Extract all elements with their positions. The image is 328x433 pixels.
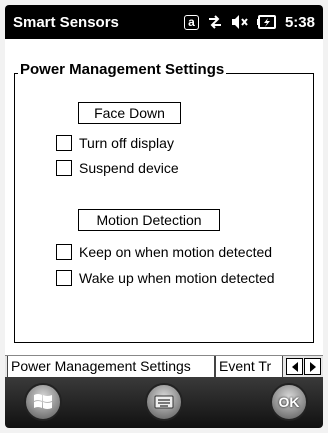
ok-label: OK	[278, 394, 300, 410]
device-frame: Smart Sensors a 5:38 Power Management Se…	[0, 0, 328, 433]
group-title: Power Management Settings	[18, 61, 227, 78]
arrow-left-icon	[291, 361, 298, 372]
status-icons: a 5:38	[183, 13, 315, 31]
windows-logo-icon	[34, 394, 52, 409]
wake-up-motion-label: Wake up when motion detected	[79, 270, 275, 286]
clock: 5:38	[284, 13, 315, 31]
face-down-section-label: Face Down	[78, 102, 181, 124]
motion-detection-section-label: Motion Detection	[78, 209, 220, 231]
tab-power-management-settings[interactable]: Power Management Settings	[7, 356, 215, 378]
wake-up-motion-checkbox[interactable]	[56, 270, 72, 286]
wake-up-motion-option[interactable]: Wake up when motion detected	[56, 270, 275, 286]
suspend-device-checkbox[interactable]	[56, 160, 72, 176]
suspend-device-option[interactable]: Suspend device	[56, 160, 179, 176]
suspend-device-label: Suspend device	[79, 160, 179, 176]
status-bar: Smart Sensors a 5:38	[5, 5, 323, 39]
keyboard-icon	[154, 395, 174, 409]
ok-button[interactable]: OK	[270, 383, 308, 421]
arrow-right-icon	[309, 361, 316, 372]
sync-arrows-icon[interactable]	[207, 14, 223, 30]
turn-off-display-option[interactable]: Turn off display	[56, 135, 174, 151]
speaker-muted-icon[interactable]	[231, 14, 249, 30]
input-mode-icon[interactable]: a	[183, 14, 199, 30]
keyboard-button[interactable]	[145, 383, 183, 421]
tab-scroll-arrows	[285, 358, 321, 375]
turn-off-display-checkbox[interactable]	[56, 135, 72, 151]
turn-off-display-label: Turn off display	[79, 135, 174, 151]
app-title: Smart Sensors	[13, 13, 119, 31]
battery-charging-icon[interactable]	[256, 15, 277, 29]
tab-event-triggers[interactable]: Event Tr	[215, 356, 283, 378]
tab-bar: Power Management Settings Event Tr	[5, 355, 323, 378]
keep-on-motion-label: Keep on when motion detected	[79, 244, 273, 260]
keep-on-motion-option[interactable]: Keep on when motion detected	[56, 244, 272, 260]
settings-content: Power Management Settings Face Down Turn…	[5, 39, 323, 355]
start-button[interactable]	[24, 383, 62, 421]
keep-on-motion-checkbox[interactable]	[56, 244, 72, 260]
bottom-bar: OK	[5, 377, 323, 428]
tab-scroll-right-button[interactable]	[304, 358, 321, 375]
tab-scroll-left-button[interactable]	[286, 358, 303, 375]
